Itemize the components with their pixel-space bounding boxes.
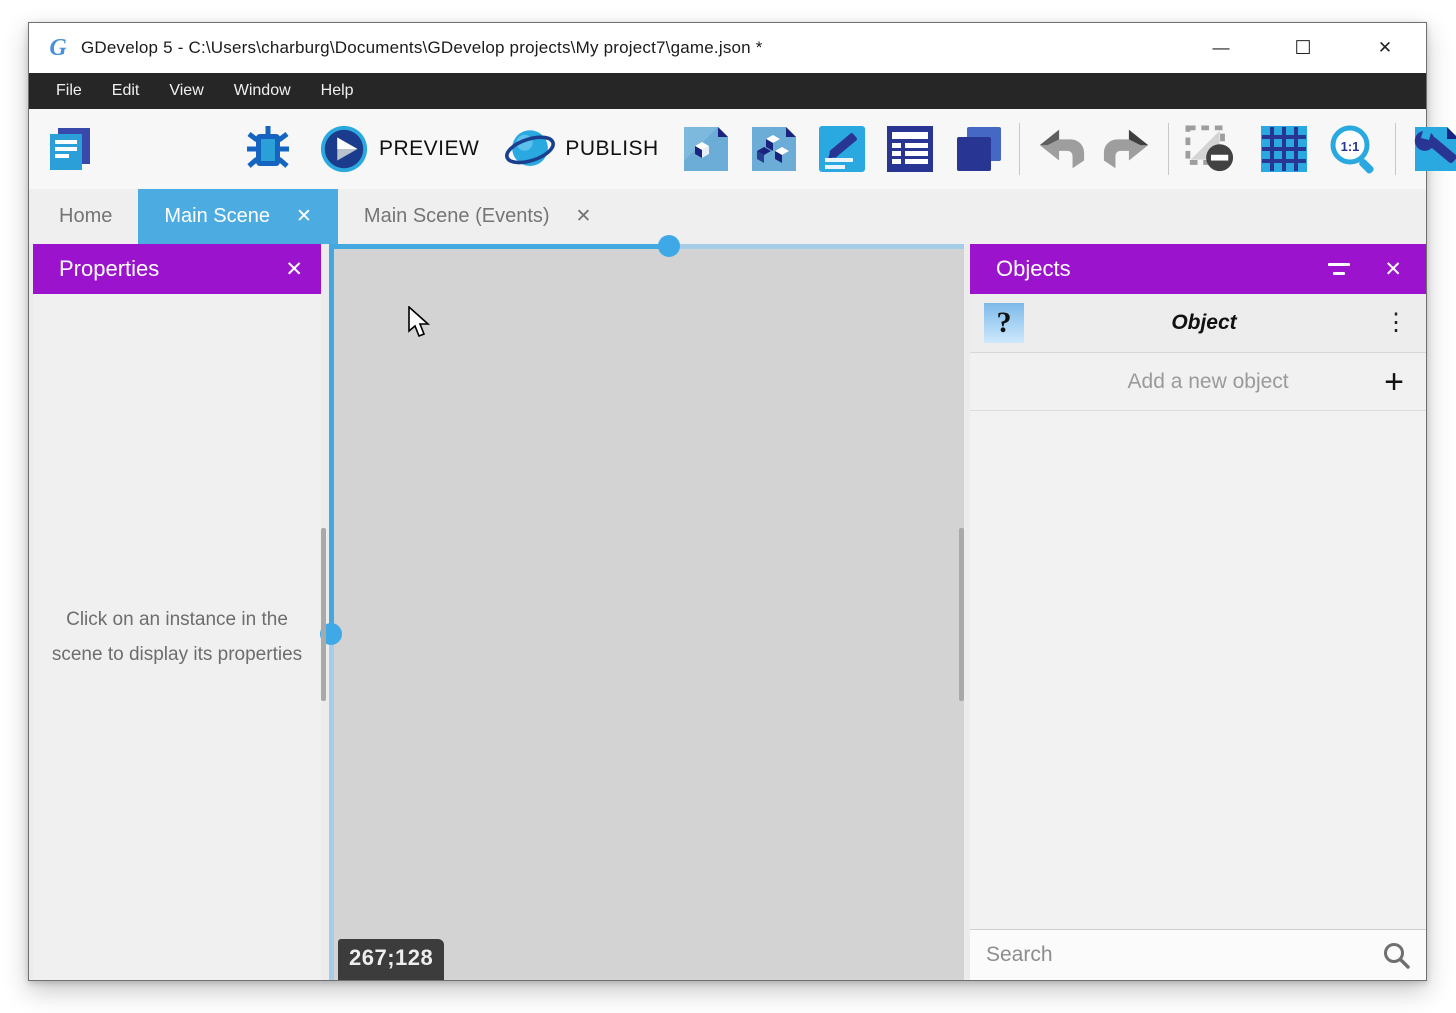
main-area: Properties ✕ Click on an instance in the… — [29, 244, 1426, 980]
canvas-scrollbar-thumb[interactable] — [959, 528, 964, 701]
scene-variables-icon[interactable] — [885, 124, 935, 174]
add-new-object-button[interactable]: Add a new object + — [970, 353, 1426, 411]
preview-label: PREVIEW — [379, 137, 479, 161]
tab-close-icon[interactable]: ✕ — [576, 205, 592, 228]
properties-panel: Properties ✕ Click on an instance in the… — [33, 244, 321, 980]
objects-panel-header: Objects ✕ — [970, 244, 1426, 294]
tab-main-scene-events-label: Main Scene (Events) — [364, 205, 550, 228]
minimize-button[interactable]: — — [1180, 23, 1262, 73]
menu-view[interactable]: View — [154, 73, 218, 109]
cursor-coordinates-badge: 267;128 — [338, 939, 444, 980]
unknown-object-icon: ? — [984, 303, 1024, 343]
objects-panel-title: Objects — [996, 256, 1071, 282]
properties-panel-header: Properties ✕ — [33, 244, 321, 294]
extensions-tools-icon[interactable] — [1412, 124, 1456, 174]
publish-label: PUBLISH — [565, 137, 658, 161]
object-list-item[interactable]: ? Object ⋮ — [970, 294, 1426, 353]
zoom-1-1-icon[interactable]: 1:1 — [1329, 124, 1379, 174]
tab-main-scene-label: Main Scene — [164, 205, 270, 228]
horizontal-scroll-indicator[interactable] — [329, 244, 964, 249]
clear-selection-mask-icon[interactable] — [1185, 124, 1235, 174]
properties-empty-message: Click on an instance in the scene to dis… — [51, 602, 303, 672]
tab-home[interactable]: Home — [33, 189, 138, 244]
grid-icon[interactable] — [1259, 124, 1309, 174]
object-search-input[interactable] — [986, 943, 1382, 967]
plus-icon: + — [1384, 365, 1404, 399]
preview-button[interactable]: PREVIEW — [319, 124, 479, 174]
close-icon[interactable]: ✕ — [285, 257, 303, 282]
menu-window[interactable]: Window — [219, 73, 306, 109]
tab-home-label: Home — [59, 205, 112, 228]
vertical-scroll-indicator[interactable] — [329, 244, 334, 980]
objects-editor-icon[interactable] — [681, 124, 731, 174]
object-name: Object — [1024, 311, 1384, 335]
kebab-menu-icon[interactable]: ⋮ — [1384, 311, 1408, 335]
scene-properties-icon[interactable] — [817, 124, 867, 174]
tab-main-scene-events[interactable]: Main Scene (Events) ✕ — [338, 189, 618, 244]
layers-icon[interactable] — [953, 124, 1003, 174]
mouse-cursor-icon — [407, 306, 433, 345]
menu-file[interactable]: File — [41, 73, 97, 109]
debugger-icon[interactable] — [243, 124, 293, 174]
publish-button[interactable]: PUBLISH — [505, 124, 658, 174]
title-bar: G GDevelop 5 - C:\Users\charburg\Documen… — [29, 23, 1426, 73]
object-search-bar — [970, 929, 1426, 980]
toolbar: PREVIEW PUBLISH — [29, 109, 1426, 189]
toolbar-separator — [1168, 123, 1169, 175]
toolbar-separator — [1395, 123, 1396, 175]
undo-icon[interactable] — [1036, 124, 1086, 174]
close-window-button[interactable]: ✕ — [1344, 23, 1426, 73]
app-window: G GDevelop 5 - C:\Users\charburg\Documen… — [28, 22, 1427, 981]
scene-canvas[interactable]: 267;128 — [329, 244, 964, 980]
add-new-object-label: Add a new object — [992, 370, 1384, 394]
properties-scrollbar-thumb[interactable] — [321, 528, 326, 701]
maximize-button[interactable]: ☐ — [1262, 23, 1344, 73]
search-icon[interactable] — [1382, 941, 1410, 969]
tab-main-scene[interactable]: Main Scene ✕ — [138, 189, 338, 244]
project-manager-icon[interactable] — [45, 124, 95, 174]
close-icon[interactable]: ✕ — [1384, 257, 1402, 282]
toolbar-separator — [1019, 123, 1020, 175]
properties-panel-title: Properties — [59, 256, 159, 282]
menu-edit[interactable]: Edit — [97, 73, 155, 109]
horizontal-scroll-knob[interactable] — [658, 235, 680, 257]
gdevelop-logo-icon: G — [45, 35, 71, 61]
tab-close-icon[interactable]: ✕ — [296, 205, 312, 228]
menu-bar: File Edit View Window Help — [29, 73, 1426, 109]
objects-list-empty-area — [970, 411, 1426, 929]
window-title: GDevelop 5 - C:\Users\charburg\Documents… — [81, 38, 763, 58]
menu-help[interactable]: Help — [306, 73, 369, 109]
svg-text:1:1: 1:1 — [1340, 139, 1359, 154]
redo-icon[interactable] — [1102, 124, 1152, 174]
object-groups-icon[interactable] — [749, 124, 799, 174]
objects-panel: Objects ✕ ? Object ⋮ Add a new object + — [970, 244, 1426, 980]
filter-icon[interactable] — [1328, 263, 1350, 275]
tab-bar: Home Main Scene ✕ Main Scene (Events) ✕ — [29, 189, 1426, 244]
